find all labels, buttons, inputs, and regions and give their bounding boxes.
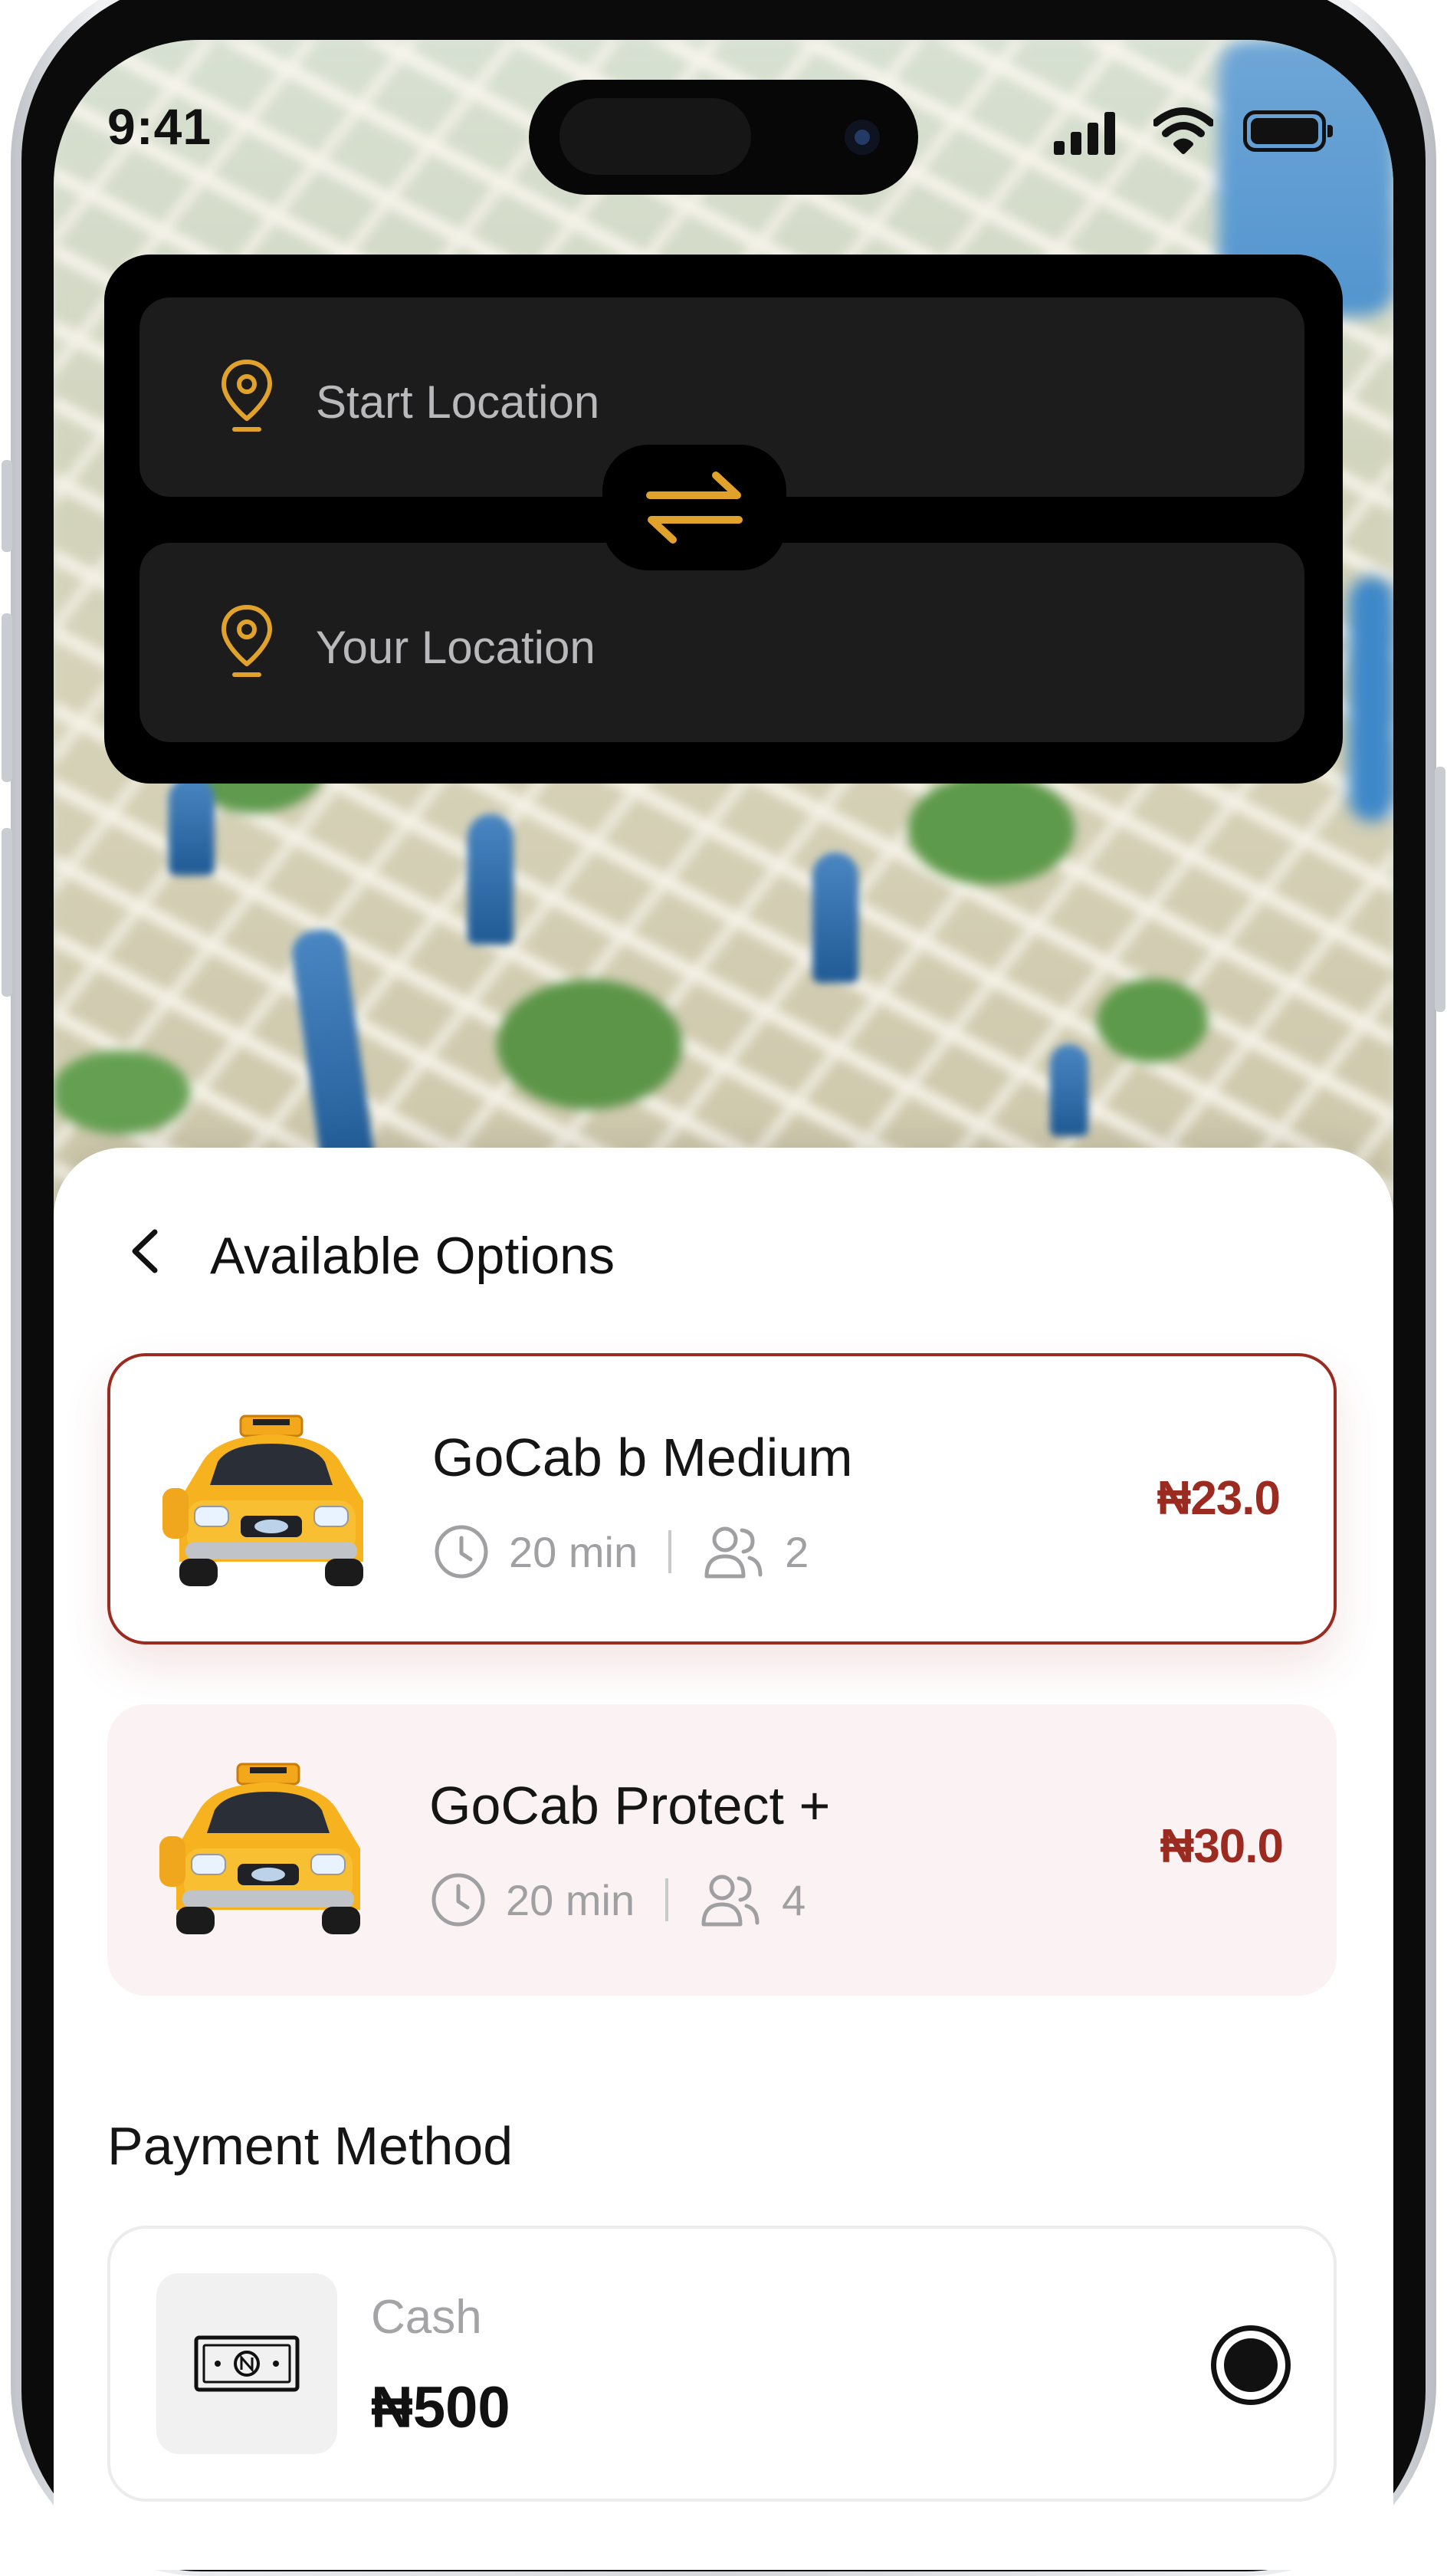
users-icon — [704, 1526, 763, 1579]
sheet-title: Available Options — [210, 1227, 615, 1285]
payment-amount: ₦500 — [371, 2375, 510, 2440]
status-bar: 9:41 — [54, 40, 1393, 195]
payment-method-label: Cash — [371, 2291, 482, 2344]
volume-down-button — [2, 828, 12, 997]
payment-method-title: Payment Method — [107, 2116, 514, 2176]
swap-locations-button[interactable] — [602, 445, 786, 570]
mute-switch — [2, 460, 12, 552]
ride-option-eta: 20 min — [509, 1527, 638, 1576]
ride-option-seats: 4 — [782, 1875, 806, 1924]
start-location-placeholder: Start Location — [316, 376, 600, 428]
ride-option-meta: 20 min 2 — [432, 1521, 809, 1582]
signal-icon — [1054, 112, 1115, 155]
screen: 9:41 Start Location Your Location Availa… — [54, 40, 1393, 2570]
users-icon — [701, 1875, 760, 1927]
radio-selected-icon[interactable] — [1211, 2325, 1291, 2405]
destination-field[interactable]: Your Location — [139, 543, 1304, 742]
ride-option-eta: 20 min — [506, 1875, 635, 1924]
meta-divider — [668, 1530, 672, 1573]
clock-icon — [431, 1873, 485, 1927]
ride-option-price: ₦23.0 — [1157, 1472, 1281, 1525]
location-card: Start Location Your Location — [104, 255, 1343, 784]
ride-option-seats: 2 — [785, 1527, 809, 1576]
phone-frame: 9:41 Start Location Your Location Availa… — [0, 0, 1447, 2576]
status-time: 9:41 — [107, 98, 212, 155]
power-button — [1435, 767, 1445, 1012]
taxi-icon — [162, 1414, 363, 1586]
battery-icon — [1243, 110, 1333, 152]
location-pin-icon — [221, 605, 272, 677]
clock-icon — [435, 1525, 488, 1579]
wifi-icon — [1153, 107, 1213, 154]
ride-option-name: GoCab b Medium — [432, 1428, 853, 1487]
options-sheet: Available Options GoCab b Medium 20 min … — [54, 1148, 1393, 2570]
ride-option[interactable]: GoCab Protect + 20 min 4 ₦30.0 — [107, 1704, 1337, 1996]
cash-icon — [194, 2335, 300, 2392]
payment-method-card[interactable]: Cash ₦500 — [107, 2226, 1337, 2502]
dynamic-island — [529, 80, 918, 195]
ride-option-meta: 20 min 4 — [429, 1869, 806, 1930]
ride-option-name: GoCab Protect + — [429, 1776, 831, 1835]
location-pin-icon — [221, 360, 272, 432]
cash-icon-box — [156, 2273, 337, 2454]
taxi-icon — [159, 1763, 360, 1934]
swap-icon — [646, 472, 743, 544]
volume-up-button — [2, 613, 12, 782]
ride-option-price: ₦30.0 — [1160, 1820, 1284, 1873]
destination-placeholder: Your Location — [316, 622, 596, 673]
ride-option-selected[interactable]: GoCab b Medium 20 min 2 ₦23.0 — [107, 1353, 1337, 1644]
meta-divider — [665, 1878, 669, 1921]
chevron-left-icon[interactable] — [123, 1224, 169, 1278]
camera-icon — [845, 120, 880, 155]
